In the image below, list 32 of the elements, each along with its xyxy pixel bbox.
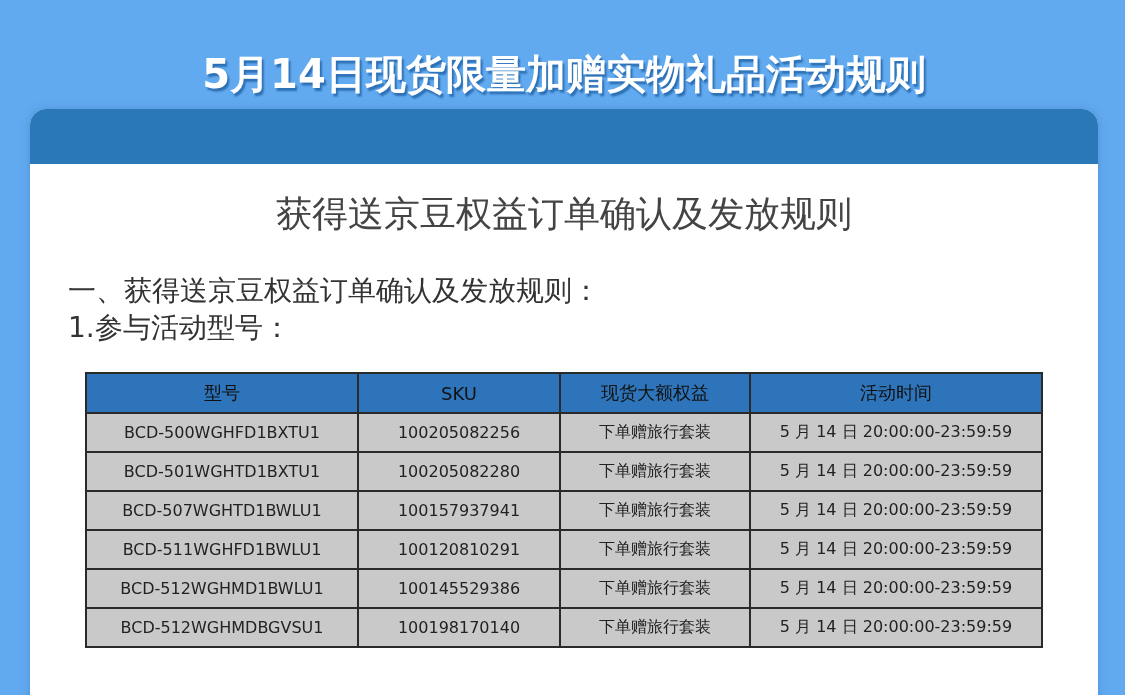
table-cell: BCD-512WGHMD1BWLU1 — [86, 569, 358, 608]
table-cell: 100198170140 — [358, 608, 560, 647]
table-cell: 5 月 14 日 20:00:00-23:59:59 — [750, 491, 1042, 530]
table-cell: 下单赠旅行套装 — [560, 530, 750, 569]
page-title: 5月14日现货限量加赠实物礼品活动规则 — [201, 50, 927, 99]
table-cell: 5 月 14 日 20:00:00-23:59:59 — [750, 608, 1042, 647]
column-header: 活动时间 — [750, 373, 1042, 413]
table-cell: 下单赠旅行套装 — [560, 413, 750, 452]
table-cell: 下单赠旅行套装 — [560, 491, 750, 530]
table-cell: 5 月 14 日 20:00:00-23:59:59 — [750, 413, 1042, 452]
table-cell: 100205082280 — [358, 452, 560, 491]
table-cell: 100205082256 — [358, 413, 560, 452]
table-cell: 100157937941 — [358, 491, 560, 530]
rule-text: 1.参与活动型号： — [68, 310, 292, 346]
rule-text: 一、获得送京豆权益订单确认及发放规则： — [68, 273, 601, 309]
table-cell: 5 月 14 日 20:00:00-23:59:59 — [750, 452, 1042, 491]
table-cell: 下单赠旅行套装 — [560, 452, 750, 491]
table-cell: BCD-501WGHTD1BXTU1 — [86, 452, 358, 491]
column-header: 型号 — [86, 373, 358, 413]
table-cell: 下单赠旅行套装 — [560, 569, 750, 608]
table-cell: BCD-511WGHFD1BWLU1 — [86, 530, 358, 569]
table-cell: 5 月 14 日 20:00:00-23:59:59 — [750, 530, 1042, 569]
table-cell: 100145529386 — [358, 569, 560, 608]
table-cell: 100120810291 — [358, 530, 560, 569]
table-cell: 5 月 14 日 20:00:00-23:59:59 — [750, 569, 1042, 608]
column-header: 现货大额权益 — [560, 373, 750, 413]
table-cell: 下单赠旅行套装 — [560, 608, 750, 647]
column-header: SKU — [358, 373, 560, 413]
table-cell: BCD-500WGHFD1BXTU1 — [86, 413, 358, 452]
table-cell: BCD-512WGHMDBGVSU1 — [86, 608, 358, 647]
table-cell: BCD-507WGHTD1BWLU1 — [86, 491, 358, 530]
card-heading: 获得送京豆权益订单确认及发放规则 — [275, 192, 853, 236]
